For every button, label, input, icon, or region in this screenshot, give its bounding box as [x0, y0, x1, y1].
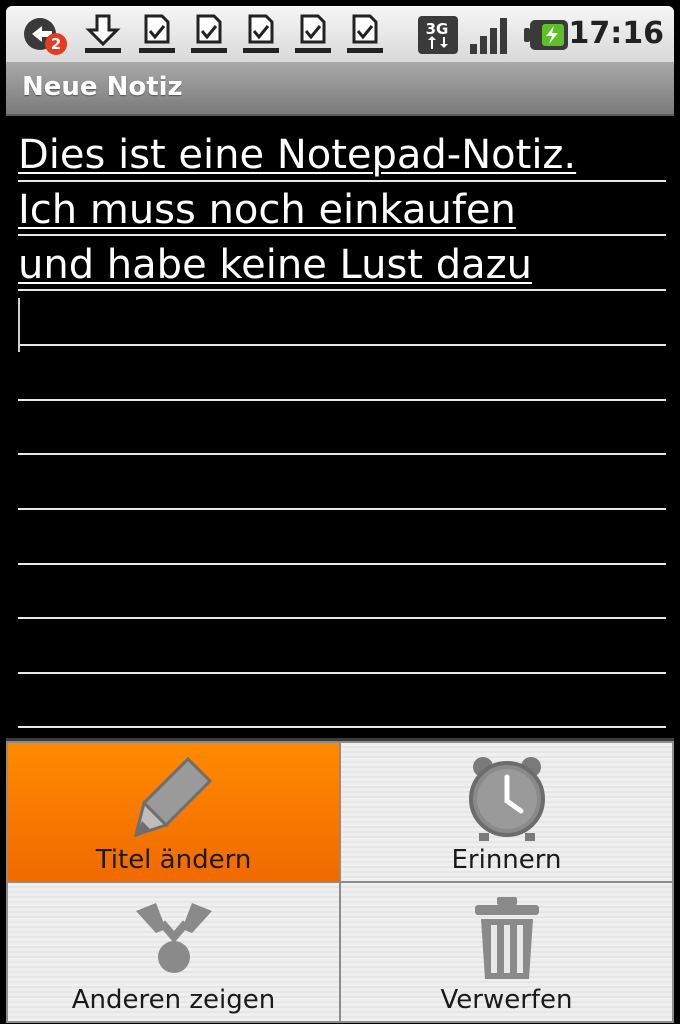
note-text-line[interactable]: Ich muss noch einkaufen — [18, 187, 516, 233]
ruled-line — [18, 234, 666, 236]
download-icon — [85, 14, 121, 53]
menu-item-discard[interactable]: Verwerfen — [341, 883, 672, 1021]
battery-icon — [524, 20, 568, 50]
page-title: Neue Notiz — [22, 72, 183, 102]
alarm-clock-icon — [468, 757, 545, 841]
title-bar: Neue Notiz — [6, 62, 674, 116]
trash-icon — [474, 897, 539, 979]
ruled-line — [18, 453, 666, 455]
note-editor[interactable]: Dies ist eine Notepad-Notiz. Ich muss no… — [6, 116, 674, 736]
device-screen: 2 3G 17:16 Neue Notiz Dies ist eine Note… — [0, 0, 680, 1024]
note-text-line[interactable]: Dies ist eine Notepad-Notiz. — [18, 132, 576, 178]
ruled-line — [18, 508, 666, 510]
notification-count: 2 — [51, 35, 61, 53]
network-3g-icon: 3G — [418, 16, 458, 54]
text-cursor — [18, 298, 20, 352]
note-text-line[interactable]: und habe keine Lust dazu — [18, 242, 532, 288]
app-badge-icon: 2 — [24, 18, 67, 55]
download-complete-icon — [243, 14, 279, 53]
menu-item-remind[interactable]: Erinnern — [341, 743, 672, 881]
menu-item-label: Erinnern — [451, 845, 562, 875]
network-label: 3G — [426, 20, 449, 38]
clock-time: 17:16 — [568, 16, 665, 51]
status-bar: 2 3G 17:16 — [6, 6, 674, 62]
share-icon — [135, 903, 212, 973]
download-complete-icon — [347, 14, 383, 53]
pencil-icon — [133, 756, 212, 838]
ruled-line — [18, 180, 666, 182]
menu-item-label: Anderen zeigen — [71, 985, 276, 1015]
ruled-line — [18, 399, 666, 401]
ruled-line — [18, 672, 666, 674]
menu-item-change-title[interactable]: Titel ändern — [8, 743, 339, 881]
menu-item-label: Verwerfen — [440, 985, 573, 1015]
signal-icon — [470, 18, 507, 54]
menu-item-label: Titel ändern — [95, 845, 252, 875]
download-complete-icon — [295, 14, 331, 53]
download-complete-icon — [139, 14, 175, 53]
menu-item-share[interactable]: Anderen zeigen — [8, 883, 339, 1021]
download-complete-icon — [191, 14, 227, 53]
ruled-line — [18, 617, 666, 619]
ruled-line — [18, 563, 666, 565]
ruled-line — [18, 726, 666, 728]
options-menu: Titel ändern Erinnern Anderen zeigen Ver… — [6, 738, 674, 1023]
ruled-line — [18, 289, 666, 291]
ruled-line — [18, 344, 666, 346]
